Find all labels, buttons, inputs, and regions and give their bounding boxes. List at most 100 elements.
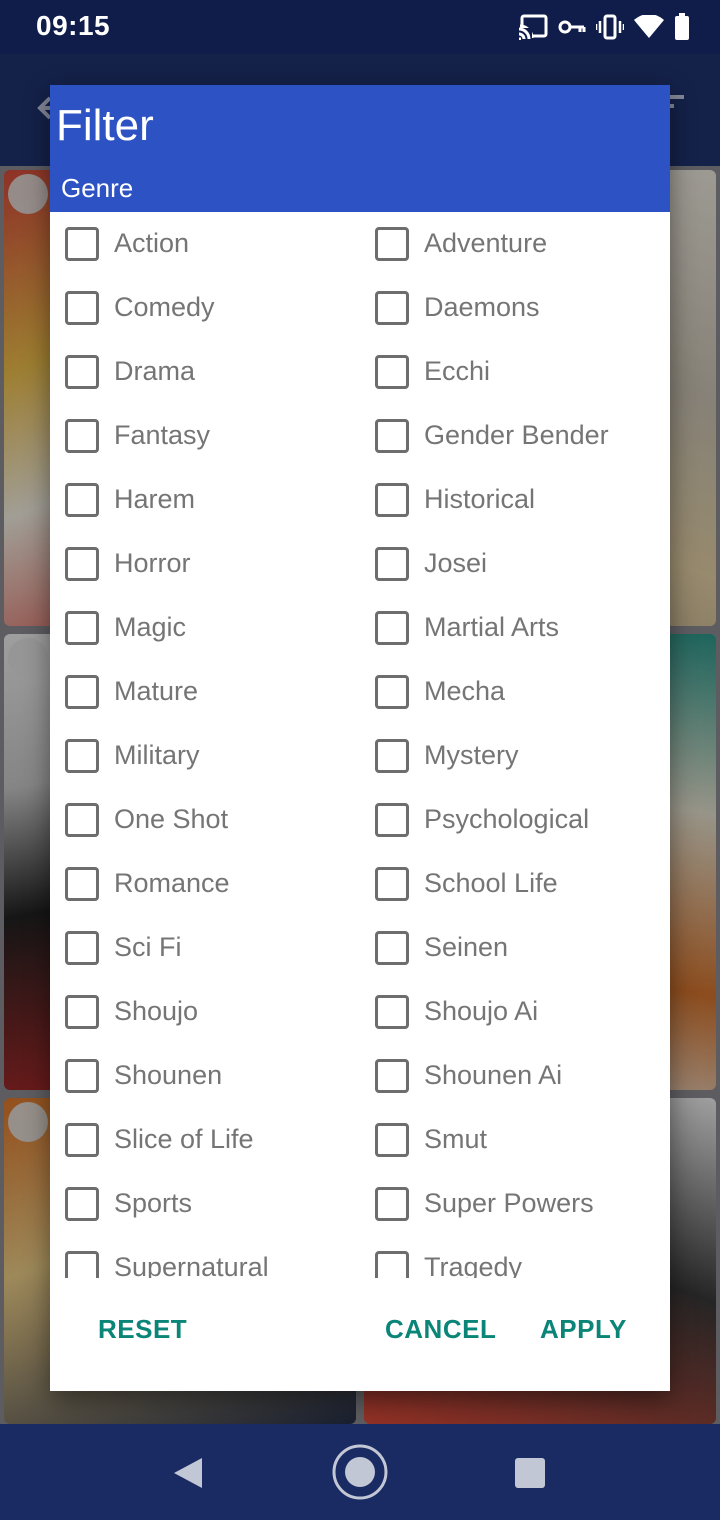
genre-checkbox-item[interactable]: Sports [50, 1172, 360, 1236]
checkbox[interactable] [375, 675, 409, 709]
genre-checkbox-item[interactable]: Smut [360, 1108, 670, 1172]
checkbox[interactable] [65, 611, 99, 645]
genre-checkbox-item[interactable]: Drama [50, 340, 360, 404]
genre-checkbox-item[interactable]: Josei [360, 532, 670, 596]
genre-checkbox-item[interactable]: School Life [360, 852, 670, 916]
genre-checkbox-item[interactable]: Historical [360, 468, 670, 532]
checkbox[interactable] [65, 739, 99, 773]
navigation-bar [0, 1424, 720, 1520]
section-title-genre: Genre [61, 173, 134, 203]
genre-checkbox-item[interactable]: Harem [50, 468, 360, 532]
genre-label: Shounen [114, 1060, 223, 1090]
genre-checkbox-item[interactable]: Sci Fi [50, 916, 360, 980]
genre-checkbox-item[interactable]: Romance [50, 852, 360, 916]
genre-grid: Action Adventure Comedy Daemons Drama Ecchi Fa… [50, 212, 670, 1278]
genre-checkbox-item[interactable]: Magic [50, 596, 360, 660]
genre-checkbox-item[interactable]: One Shot [50, 788, 360, 852]
checkbox[interactable] [375, 739, 409, 773]
genre-checkbox-item[interactable]: Ecchi [360, 340, 670, 404]
checkbox[interactable] [65, 547, 99, 581]
reset-button[interactable]: RESET [98, 1314, 187, 1345]
vibrate-icon [596, 14, 624, 40]
genre-label: One Shot [114, 804, 229, 834]
checkbox[interactable] [65, 291, 99, 325]
checkbox[interactable] [65, 995, 99, 1029]
vpn-key-icon [558, 17, 586, 37]
genre-checkbox-item[interactable]: Fantasy [50, 404, 360, 468]
genre-checkbox-item[interactable]: Mature [50, 660, 360, 724]
genre-label: Fantasy [114, 420, 211, 450]
checkbox[interactable] [375, 611, 409, 645]
genre-checkbox-item[interactable]: Psychological [360, 788, 670, 852]
checkbox[interactable] [375, 995, 409, 1029]
cast-icon [518, 14, 548, 40]
genre-checkbox-item[interactable]: Military [50, 724, 360, 788]
apply-button[interactable]: APPLY [540, 1314, 627, 1345]
genre-label: Sports [114, 1188, 193, 1218]
genre-checkbox-item[interactable]: Martial Arts [360, 596, 670, 660]
checkbox[interactable] [65, 355, 99, 389]
genre-checkbox-item[interactable]: Shounen [50, 1044, 360, 1108]
recents-icon[interactable] [514, 1457, 546, 1494]
genre-list[interactable]: Action Adventure Comedy Daemons Drama Ecchi Fa… [50, 212, 670, 1278]
checkbox[interactable] [65, 483, 99, 517]
checkbox[interactable] [375, 291, 409, 325]
checkbox[interactable] [65, 675, 99, 709]
checkbox[interactable] [65, 1123, 99, 1157]
genre-label: Action [114, 228, 190, 258]
checkbox[interactable] [375, 547, 409, 581]
genre-checkbox-item[interactable]: Supernatural [50, 1236, 360, 1278]
checkbox[interactable] [375, 867, 409, 901]
genre-label: School Life [424, 868, 558, 898]
checkbox[interactable] [375, 803, 409, 837]
checkbox[interactable] [375, 931, 409, 965]
checkbox[interactable] [65, 867, 99, 901]
genre-label: Horror [114, 548, 191, 578]
genre-checkbox-item[interactable]: Daemons [360, 276, 670, 340]
genre-label: Super Powers [424, 1188, 594, 1218]
genre-label: Mecha [424, 676, 506, 706]
genre-checkbox-item[interactable]: Shoujo Ai [360, 980, 670, 1044]
checkbox[interactable] [65, 419, 99, 453]
genre-checkbox-item[interactable]: Super Powers [360, 1172, 670, 1236]
genre-checkbox-item[interactable]: Slice of Life [50, 1108, 360, 1172]
status-icons [518, 12, 690, 42]
checkbox[interactable] [375, 419, 409, 453]
dialog-header: Filter Genre [50, 85, 670, 212]
genre-checkbox-item[interactable]: Mystery [360, 724, 670, 788]
genre-label: Shoujo Ai [424, 996, 539, 1026]
home-icon[interactable] [331, 1443, 389, 1506]
genre-checkbox-item[interactable]: Action [50, 212, 360, 276]
genre-checkbox-item[interactable]: Gender Bender [360, 404, 670, 468]
genre-checkbox-item[interactable]: Adventure [360, 212, 670, 276]
checkbox[interactable] [65, 1059, 99, 1093]
checkbox[interactable] [65, 227, 99, 261]
checkbox[interactable] [375, 355, 409, 389]
cancel-button[interactable]: CANCEL [385, 1314, 496, 1345]
genre-checkbox-item[interactable]: Tragedy [360, 1236, 670, 1278]
genre-label: Mystery [424, 740, 519, 770]
genre-label: Gender Bender [424, 420, 609, 450]
genre-label: Josei [424, 548, 488, 578]
genre-checkbox-item[interactable]: Mecha [360, 660, 670, 724]
genre-label: Drama [114, 356, 196, 386]
genre-checkbox-item[interactable]: Seinen [360, 916, 670, 980]
genre-checkbox-item[interactable]: Shounen Ai [360, 1044, 670, 1108]
genre-checkbox-item[interactable]: Horror [50, 532, 360, 596]
checkbox[interactable] [375, 1123, 409, 1157]
checkbox[interactable] [65, 1251, 99, 1278]
checkbox[interactable] [375, 1251, 409, 1278]
checkbox[interactable] [375, 1059, 409, 1093]
back-icon[interactable] [172, 1456, 204, 1495]
checkbox[interactable] [375, 1187, 409, 1221]
genre-label: Martial Arts [424, 612, 560, 642]
genre-label: Ecchi [424, 356, 491, 386]
checkbox[interactable] [65, 803, 99, 837]
checkbox[interactable] [375, 483, 409, 517]
checkbox[interactable] [65, 931, 99, 965]
checkbox[interactable] [65, 1187, 99, 1221]
genre-checkbox-item[interactable]: Comedy [50, 276, 360, 340]
filter-dialog: Filter Genre Action Adventure Comedy Daemon… [50, 85, 670, 1391]
checkbox[interactable] [375, 227, 409, 261]
genre-checkbox-item[interactable]: Shoujo [50, 980, 360, 1044]
